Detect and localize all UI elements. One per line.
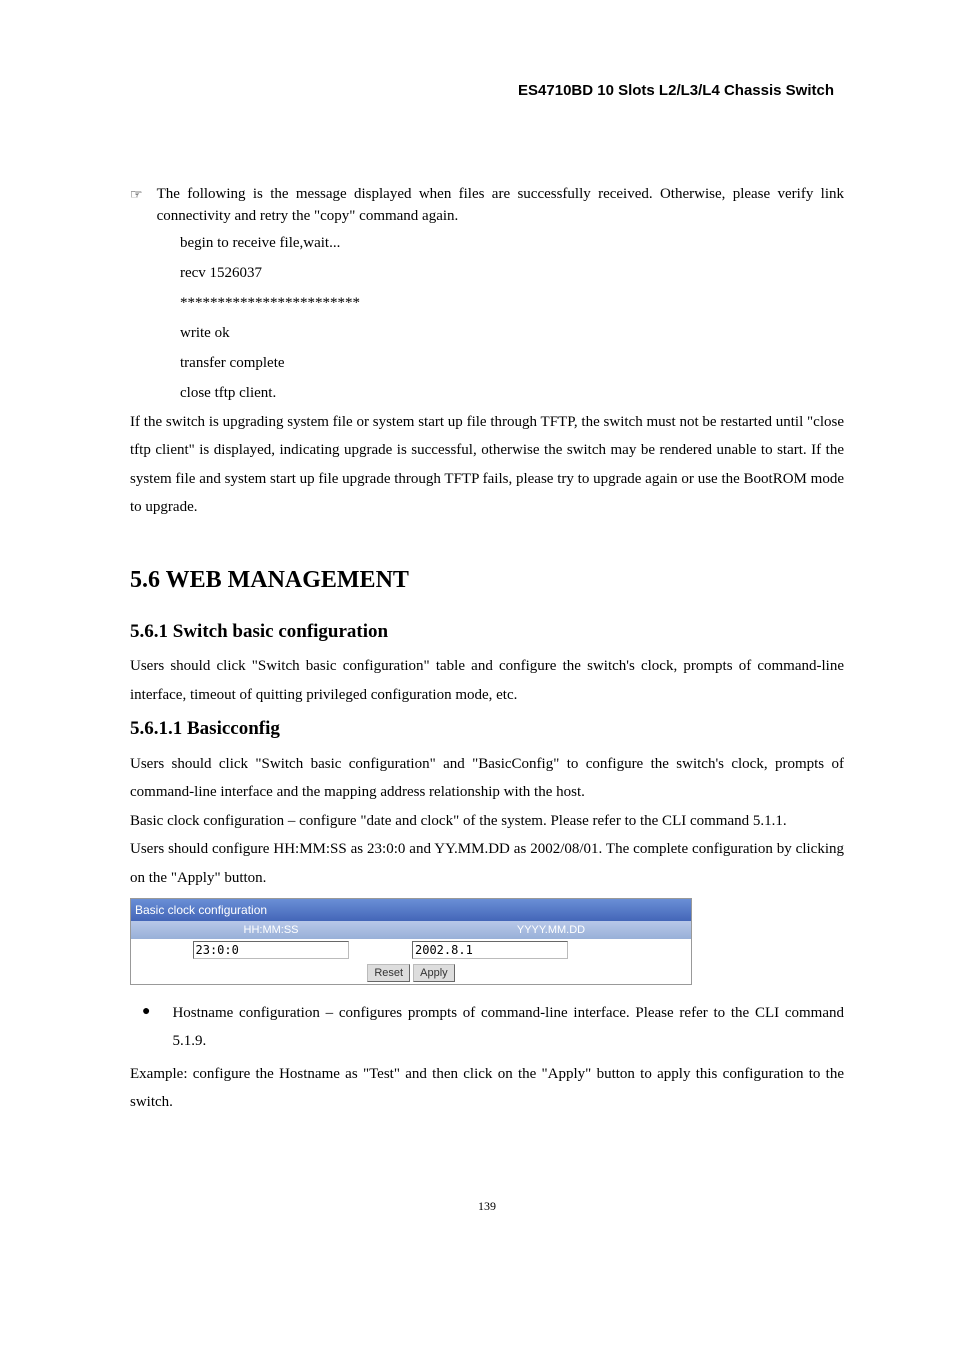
body-paragraph: Users should configure HH:MM:SS as 23:0:… (130, 835, 844, 892)
pointer-text-line1: The following is the message displayed w… (157, 186, 771, 202)
basic-clock-config-panel: Basic clock configuration HH:MM:SS YYYY.… (130, 898, 692, 985)
hhmmss-input[interactable] (193, 941, 349, 959)
section-heading-5-6-1: 5.6.1 Switch basic configuration (130, 618, 844, 647)
console-line: transfer complete (180, 348, 844, 378)
hand-pointer-icon: ☞ (130, 185, 143, 206)
column-header-yyyymmdd: YYYY.MM.DD (411, 921, 691, 939)
body-paragraph: Users should click "Switch basic configu… (130, 750, 844, 807)
body-paragraph: If the switch is upgrading system file o… (130, 408, 844, 522)
apply-button[interactable]: Apply (413, 964, 455, 982)
bullet-item: ● Hostname configuration – configures pr… (130, 999, 844, 1056)
bullet-icon: ● (142, 999, 150, 1026)
body-paragraph: Basic clock configuration – configure "d… (130, 807, 844, 836)
page-number: 139 (130, 1197, 844, 1215)
console-line: write ok (180, 318, 844, 348)
bullet-text: Hostname configuration – configures prom… (172, 999, 844, 1056)
page-header: ES4710BD 10 Slots L2/L3/L4 Chassis Switc… (130, 80, 844, 103)
console-line: recv 1526037 (180, 258, 844, 288)
section-heading-5-6: 5.6 WEB MANAGEMENT (130, 562, 844, 598)
panel-title: Basic clock configuration (131, 899, 691, 921)
body-paragraph: Users should click "Switch basic configu… (130, 652, 844, 709)
reset-button[interactable]: Reset (367, 964, 410, 982)
body-paragraph: Example: configure the Hostname as "Test… (130, 1060, 844, 1117)
console-line: ************************ (180, 288, 844, 318)
console-output: begin to receive file,wait... recv 15260… (180, 228, 844, 408)
console-line: begin to receive file,wait... (180, 228, 844, 258)
column-header-hhmmss: HH:MM:SS (131, 921, 411, 939)
yyyymmdd-input[interactable] (412, 941, 568, 959)
section-heading-5-6-1-1: 5.6.1.1 Basicconfig (130, 715, 844, 744)
console-line: close tftp client. (180, 378, 844, 408)
pointer-paragraph: ☞ The following is the message displayed… (130, 183, 844, 228)
